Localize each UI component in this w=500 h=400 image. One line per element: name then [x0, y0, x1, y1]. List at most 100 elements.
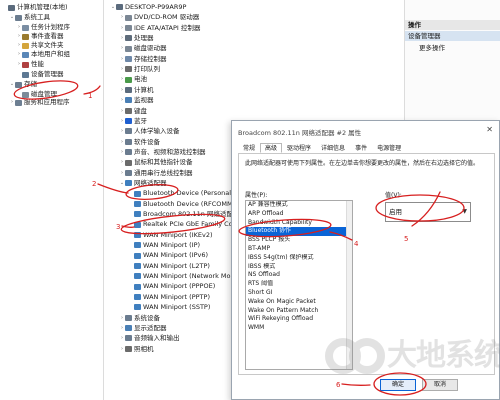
device-tree-item[interactable]: WAN Miniport (PPTP)	[128, 292, 210, 303]
network-adapter-icon	[134, 273, 141, 280]
tree-item-label: DESKTOP-P99AR9P	[125, 3, 187, 11]
tree-item-label: 存储控制器	[134, 54, 167, 63]
keyboard-icon	[125, 107, 132, 114]
device-tree-item[interactable]: › 声音、视频和游戏控制器	[119, 147, 206, 158]
tree-item-label: 照相机	[134, 344, 154, 353]
device-tree-item[interactable]: WAN Miniport (L2TP)	[128, 261, 210, 272]
nav-tree-item[interactable]: › 共享文件夹	[16, 41, 64, 50]
property-list-item[interactable]: RTS 阈值	[246, 280, 352, 289]
more-actions-link[interactable]: 更多操作	[419, 43, 445, 53]
device-tree-item[interactable]: WAN Miniport (IP)	[128, 240, 200, 251]
ok-button[interactable]: 确定	[380, 379, 416, 391]
nav-tree-item[interactable]: › 任务计划程序	[16, 23, 70, 32]
tree-item-label: 系统设备	[134, 313, 160, 322]
tree-item-label: 存储	[24, 80, 37, 88]
nav-tree-item[interactable]: › 服务和应用程序	[9, 98, 70, 107]
storage-icon	[125, 56, 132, 63]
device-tree-item[interactable]: › 鼠标和其他指针设备	[119, 157, 193, 168]
property-list-scrollbar[interactable]	[346, 201, 352, 369]
dialog-description: 此网络适配器可使用下列属性。在左边单击你想要更改的属性，然后在右边选择它的值。	[245, 160, 480, 167]
device-tree-item[interactable]: › 蓝牙	[119, 116, 147, 127]
device-tree-item[interactable]: WAN Miniport (PPPOE)	[128, 281, 215, 292]
device-tree-item[interactable]: Realtek PCIe GbE Family Con	[128, 219, 237, 230]
device-tree-item[interactable]: ⌄ DESKTOP-P99AR9P	[110, 2, 187, 13]
device-tree-item[interactable]: WAN Miniport (IPv6)	[128, 250, 208, 261]
property-list-item[interactable]: Bluetooth 协作	[246, 227, 352, 237]
tree-item-label: 计算机管理(本地)	[17, 3, 68, 11]
battery-icon	[125, 76, 132, 83]
nav-tree-item[interactable]: › 事件查看器	[16, 32, 64, 41]
device-tree-item[interactable]: WAN Miniport (SSTP)	[128, 302, 210, 313]
device-tree-item[interactable]: WAN Miniport (Network Mo	[128, 271, 231, 282]
nav-tree-item[interactable]: 计算机管理(本地)	[2, 3, 68, 12]
nav-tree-item[interactable]: ⌄ 系统工具	[9, 13, 50, 22]
network-adapter-icon	[134, 304, 141, 311]
tree-item-label: WAN Miniport (IKEv2)	[143, 230, 213, 239]
close-icon[interactable]: ✕	[486, 125, 493, 134]
property-list[interactable]: AP 兼容性模式 ARP Offload Bandwidth Capability B…	[245, 200, 353, 370]
property-list-item[interactable]: IBSS 54g(tm) 保护模式	[246, 254, 352, 263]
device-tree-item[interactable]: › 音频输入和输出	[119, 333, 180, 344]
services-icon	[15, 99, 22, 106]
printer-icon	[125, 66, 132, 73]
dialog-tab[interactable]: 常规	[238, 143, 260, 153]
nav-tree-item[interactable]: › 本地用户和组	[16, 50, 70, 59]
device-tree-item[interactable]: › DVD/CD-ROM 驱动器	[119, 12, 199, 23]
property-list-item[interactable]: IBSS 模式	[246, 263, 352, 272]
device-tree-item[interactable]: › IDE ATA/ATAPI 控制器	[119, 23, 200, 34]
property-list-item[interactable]: WMM	[246, 324, 352, 333]
actions-section-device-manager[interactable]: 设备管理器	[405, 31, 500, 41]
device-tree-item[interactable]: › 电池	[119, 74, 147, 85]
dialog-tab[interactable]: 驱动程序	[282, 143, 316, 153]
dialog-tab[interactable]: 电源管理	[372, 143, 406, 153]
dialog-tab[interactable]: 详细信息	[316, 143, 350, 153]
device-tree-item[interactable]: › 通用串行总线控制器	[119, 168, 193, 179]
dialog-tab[interactable]: 事件	[350, 143, 372, 153]
device-tree-item[interactable]: › 照相机	[119, 344, 154, 355]
disk-icon	[22, 91, 29, 98]
device-tree-item[interactable]: › 键盘	[119, 106, 147, 117]
tree-item-label: 计算机	[134, 85, 154, 94]
property-list-item[interactable]: Wake On Magic Packet	[246, 298, 352, 307]
sound-icon	[125, 149, 132, 156]
device-tree-item[interactable]: Broadcom 802.11n 网络适配器	[128, 209, 239, 220]
dialog-tab[interactable]: 高级	[260, 143, 283, 153]
tree-item-label: 性能	[31, 60, 44, 68]
device-tree-item[interactable]: › 打印队列	[119, 64, 160, 75]
device-tree-item[interactable]: › 计算机	[119, 85, 154, 96]
nav-tree-item[interactable]: ⌄ 存储	[9, 80, 37, 89]
device-tree-item[interactable]: › 人体学输入设备	[119, 126, 180, 137]
device-tree-item[interactable]: › 显示适配器	[119, 323, 167, 334]
value-dropdown[interactable]: 启用 ▼	[385, 202, 471, 222]
property-list-item[interactable]: WiFi Rekeying Offload	[246, 315, 352, 324]
tree-item-label: 软件设备	[134, 137, 160, 146]
device-tree-item[interactable]: › 软件设备	[119, 137, 160, 148]
device-tree-item[interactable]: › 监视器	[119, 95, 154, 106]
property-list-item[interactable]: AP 兼容性模式	[246, 201, 352, 210]
device-tree-item[interactable]: WAN Miniport (IKEv2)	[128, 230, 213, 241]
tree-item-label: 事件查看器	[31, 32, 64, 40]
software-device-icon	[125, 138, 132, 145]
network-adapter-icon	[134, 200, 141, 207]
tree-item-label: WAN Miniport (PPTP)	[143, 292, 210, 301]
property-list-item[interactable]: Bandwidth Capability	[246, 219, 352, 228]
property-list-item[interactable]: ARP Offload	[246, 210, 352, 219]
hid-icon	[125, 128, 132, 135]
property-list-item[interactable]: NS Offload	[246, 271, 352, 280]
nav-tree-item[interactable]: 设备管理器	[16, 70, 64, 79]
property-list-item[interactable]: BT-AMP	[246, 245, 352, 254]
device-tree-item[interactable]: Bluetooth Device (RFCOMM I	[128, 199, 237, 210]
device-tree-item[interactable]: Bluetooth Device (Personal A	[128, 188, 238, 199]
device-tree-item[interactable]: › 存储控制器	[119, 54, 167, 65]
property-list-item[interactable]: Wake On Pattern Match	[246, 307, 352, 316]
device-tree-item[interactable]: ⌄ 网络适配器	[119, 178, 167, 189]
cancel-button[interactable]: 取消	[422, 379, 458, 391]
folder-icon	[22, 42, 29, 49]
device-tree-item[interactable]: › 系统设备	[119, 313, 160, 324]
property-list-item[interactable]: Short GI	[246, 289, 352, 298]
device-tree-item[interactable]: › 处理器	[119, 33, 154, 44]
device-tree-item[interactable]: › 磁盘驱动器	[119, 43, 167, 54]
property-list-item[interactable]: BSS PLCP 报头	[246, 236, 352, 245]
tree-item-label: 显示适配器	[134, 323, 167, 332]
nav-tree-item[interactable]: › 性能	[16, 60, 44, 69]
